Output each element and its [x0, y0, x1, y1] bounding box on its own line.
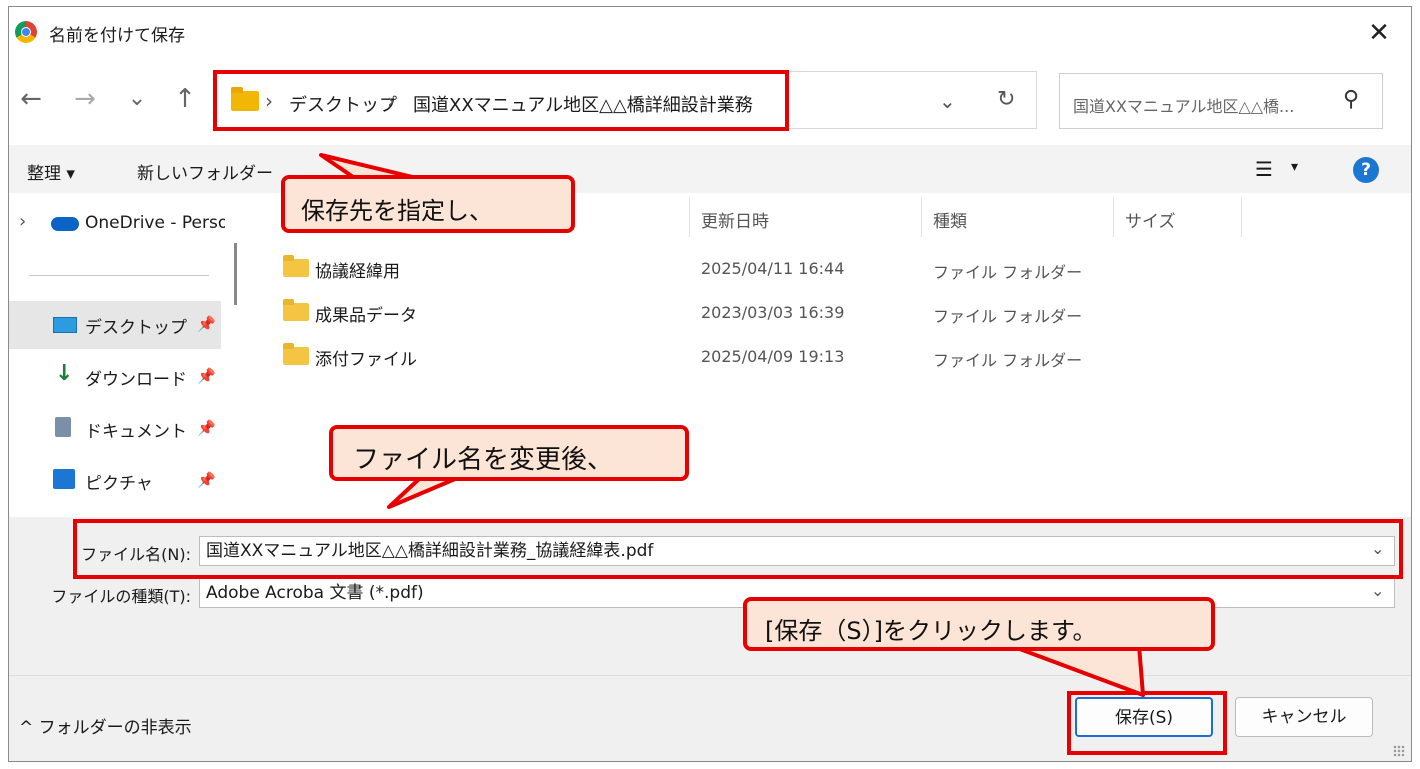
callout-text: ファイル名を変更後、 — [353, 445, 614, 475]
callout-save: [保存（S）]をクリックします。 — [743, 597, 1215, 651]
save-as-dialog: 名前を付けて保存 ✕ ← → ⌄ ↑ › デスクトップ › 国道XXマニュアル地… — [8, 6, 1412, 762]
callout-text: 保存先を指定し、 — [301, 197, 493, 225]
callout-destination: 保存先を指定し、 — [281, 175, 575, 233]
callout-filename: ファイル名を変更後、 — [329, 425, 689, 481]
callout-tail-2 — [387, 477, 457, 509]
callout-text: [保存（S）]をクリックします。 — [765, 617, 1097, 645]
callout-tail-3 — [1007, 643, 1145, 697]
